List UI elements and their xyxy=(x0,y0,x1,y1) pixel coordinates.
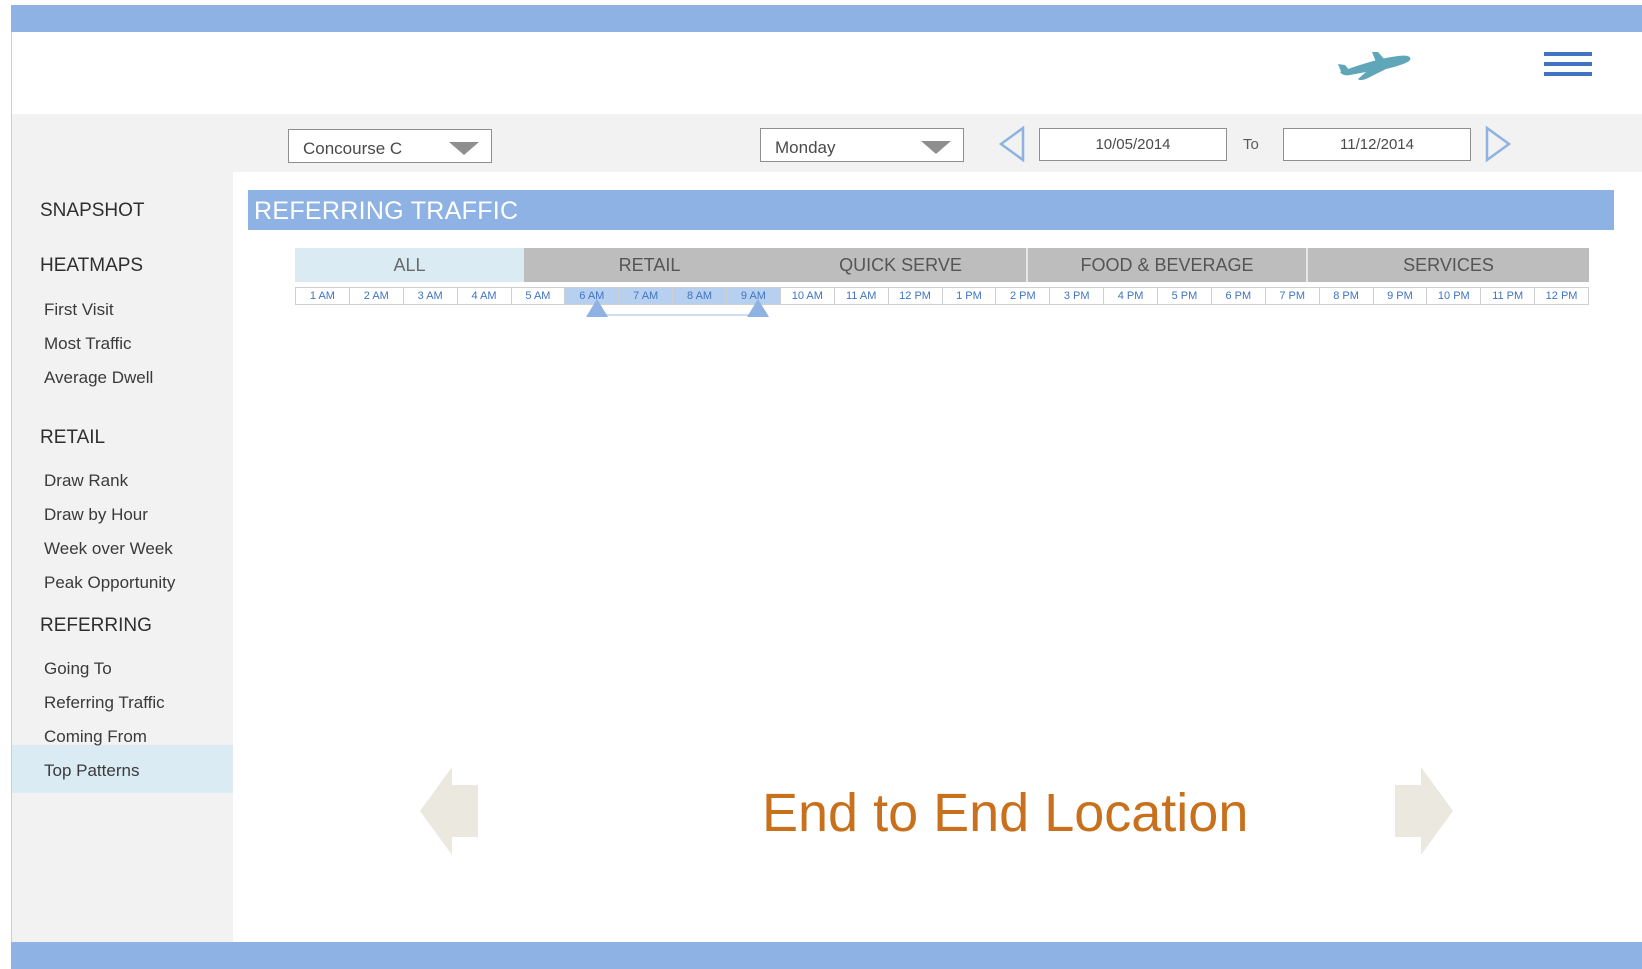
hour-cell[interactable]: 11 PM xyxy=(1481,288,1536,304)
sidebar-heading-heatmaps[interactable]: HEATMAPS xyxy=(40,255,143,277)
tab-quick-serve[interactable]: QUICK SERVE xyxy=(775,248,1026,282)
content-title: End to End Location xyxy=(762,783,1249,843)
hour-cell[interactable]: 10 AM xyxy=(781,288,835,304)
hamburger-menu-icon[interactable] xyxy=(1544,52,1594,82)
sidebar-item-coming-from[interactable]: Coming From xyxy=(44,727,147,747)
hour-cell[interactable]: 10 PM xyxy=(1427,288,1482,304)
hour-cell[interactable]: 2 AM xyxy=(350,288,404,304)
hour-cell[interactable]: 5 PM xyxy=(1158,288,1212,304)
sidebar-item-snapshot[interactable]: SNAPSHOT xyxy=(40,200,145,222)
previous-date-range-button[interactable] xyxy=(998,126,1026,162)
chevron-down-icon xyxy=(921,141,951,154)
hour-cell[interactable]: 9 PM xyxy=(1374,288,1428,304)
hour-cell[interactable]: 2 PM xyxy=(996,288,1051,304)
tab-all[interactable]: ALL xyxy=(295,248,524,282)
day-dropdown[interactable]: Monday xyxy=(760,128,964,162)
section-title-bar: REFERRING TRAFFIC xyxy=(248,190,1614,230)
next-date-range-button[interactable] xyxy=(1484,126,1512,162)
date-to-field[interactable]: 11/12/2014 xyxy=(1283,128,1471,161)
top-accent-bar xyxy=(11,5,1642,32)
sidebar-heading-retail[interactable]: RETAIL xyxy=(40,427,105,449)
airplane-icon xyxy=(1338,52,1411,81)
sidebar-item-referring-traffic[interactable]: Referring Traffic xyxy=(44,693,165,713)
hour-cell[interactable]: 4 PM xyxy=(1104,288,1158,304)
day-dropdown-value: Monday xyxy=(775,138,836,157)
category-tabs: ALL RETAIL QUICK SERVE FOOD & BEVERAGE S… xyxy=(295,248,1589,282)
location-dropdown-value: Concourse C xyxy=(303,139,403,158)
hour-cell[interactable]: 8 AM xyxy=(673,288,727,304)
sidebar-item-first-visit[interactable]: First Visit xyxy=(44,300,114,320)
hour-cell[interactable]: 1 PM xyxy=(943,288,997,304)
hour-cell[interactable]: 4 AM xyxy=(458,288,512,304)
chevron-down-icon xyxy=(449,142,479,155)
tab-retail[interactable]: RETAIL xyxy=(524,248,775,282)
hour-cell[interactable]: 6 PM xyxy=(1212,288,1266,304)
date-from-field[interactable]: 10/05/2014 xyxy=(1039,128,1227,161)
bottom-accent-bar xyxy=(11,942,1642,969)
hour-range-line xyxy=(595,314,755,316)
range-start-handle[interactable] xyxy=(586,299,608,317)
sidebar-item-week-over-week[interactable]: Week over Week xyxy=(44,539,173,559)
sidebar-item-average-dwell[interactable]: Average Dwell xyxy=(44,368,153,388)
hour-cell[interactable]: 11 AM xyxy=(835,288,889,304)
sidebar-item-draw-rank[interactable]: Draw Rank xyxy=(44,471,128,491)
hour-cell[interactable]: 3 PM xyxy=(1050,288,1105,304)
section-title: REFERRING TRAFFIC xyxy=(254,197,519,225)
hour-cell[interactable]: 8 PM xyxy=(1320,288,1374,304)
sidebar-item-most-traffic[interactable]: Most Traffic xyxy=(44,334,132,354)
sidebar-heading-referring[interactable]: REFERRING xyxy=(40,615,152,637)
hour-cell[interactable]: 5 AM xyxy=(512,288,566,304)
hour-cell[interactable]: 12 PM xyxy=(1535,288,1588,304)
hour-cell[interactable]: 1 AM xyxy=(296,288,350,304)
location-dropdown[interactable]: Concourse C xyxy=(288,129,492,163)
tab-services[interactable]: SERVICES xyxy=(1306,248,1589,282)
range-end-handle[interactable] xyxy=(747,299,769,317)
sidebar-item-peak-opportunity[interactable]: Peak Opportunity xyxy=(44,573,175,593)
app-window: Concourse C Monday 10/05/2014 To 11/12/2… xyxy=(0,0,1642,969)
hour-cell[interactable]: 12 PM xyxy=(889,288,943,304)
sidebar-item-going-to[interactable]: Going To xyxy=(44,659,112,679)
tab-food-and-beverage[interactable]: FOOD & BEVERAGE xyxy=(1026,248,1306,282)
hour-cell[interactable]: 7 AM xyxy=(619,288,674,304)
hour-cell[interactable]: 7 PM xyxy=(1266,288,1320,304)
previous-pattern-arrow-icon[interactable] xyxy=(420,767,482,855)
next-pattern-arrow-icon[interactable] xyxy=(1391,767,1453,855)
sidebar-item-draw-by-hour[interactable]: Draw by Hour xyxy=(44,505,148,525)
sidebar-item-top-patterns[interactable]: Top Patterns xyxy=(44,761,139,781)
hour-cell[interactable]: 3 AM xyxy=(404,288,458,304)
hour-selector: 1 AM 2 AM 3 AM 4 AM 5 AM 6 AM 7 AM 8 AM 9 AM 10 A… xyxy=(295,287,1589,305)
date-range-to-label: To xyxy=(1243,136,1259,153)
